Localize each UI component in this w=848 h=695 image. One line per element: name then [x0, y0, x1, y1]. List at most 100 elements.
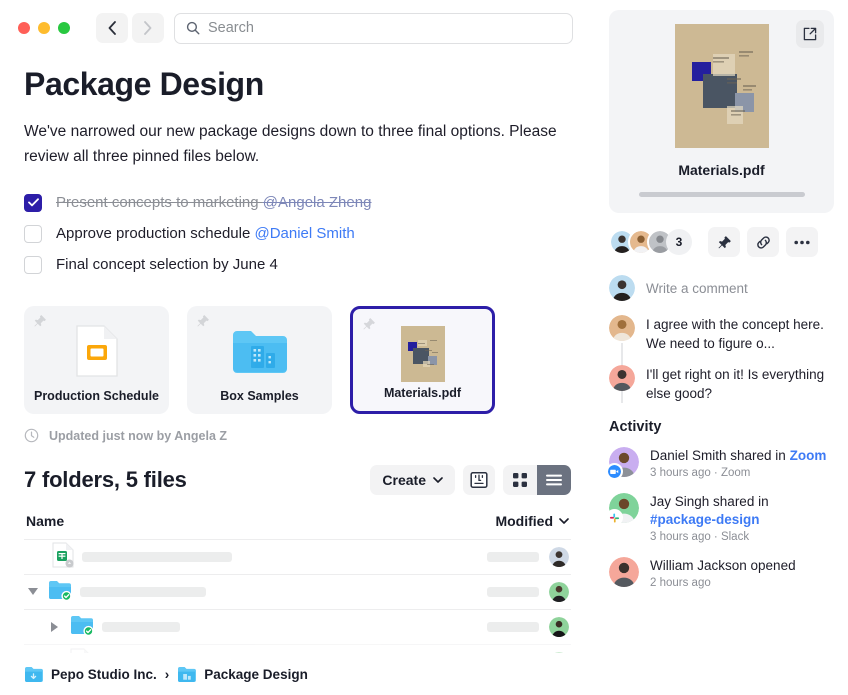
task-item[interactable]: Final concept selection by June 4: [24, 249, 571, 280]
task-checkbox[interactable]: [24, 255, 42, 274]
comment-item[interactable]: I'll get right on it! Is everything else…: [609, 365, 834, 403]
row-name-placeholder: [82, 552, 232, 562]
minimize-window-icon[interactable]: [38, 22, 50, 34]
more-button[interactable]: [786, 227, 818, 257]
folder-icon: [178, 666, 197, 682]
comment-composer[interactable]: Write a comment: [609, 275, 834, 301]
activity-text: Jay Singh shared in #package-design: [650, 494, 769, 527]
table-row[interactable]: [24, 539, 571, 574]
activity-target-link[interactable]: #package-design: [650, 512, 760, 527]
link-icon: [756, 235, 770, 249]
back-button[interactable]: [96, 13, 128, 43]
breadcrumb-item-root[interactable]: Pepo Studio Inc.: [51, 667, 157, 682]
list-icon: [546, 474, 562, 486]
preview-scrollbar[interactable]: [638, 192, 805, 197]
pdf-preview-thumbnail[interactable]: [674, 24, 769, 148]
comment-text: I'll get right on it! Is everything else…: [646, 367, 825, 401]
task-mention[interactable]: @Daniel Smith: [254, 225, 354, 242]
forward-button[interactable]: [132, 13, 164, 43]
avatar: [609, 315, 635, 341]
pinned-card-box-samples[interactable]: Box Samples: [187, 306, 332, 414]
activity-avatar-group: [606, 493, 639, 526]
row-twisty-expanded[interactable]: [24, 588, 42, 596]
column-header-name[interactable]: Name: [26, 513, 64, 529]
member-facepile[interactable]: 3: [609, 229, 692, 255]
pinned-card-production-schedule[interactable]: Production Schedule: [24, 306, 169, 414]
breadcrumb: Pepo Studio Inc. › Package Design: [0, 653, 595, 695]
activity-item[interactable]: William Jackson opened 2 hours ago: [609, 557, 834, 589]
create-button-label: Create: [382, 472, 426, 488]
search-bar[interactable]: Search: [174, 12, 573, 44]
task-checkbox[interactable]: [24, 224, 42, 243]
file-list-toolbar: Create: [370, 465, 571, 495]
nav-buttons: [96, 13, 164, 43]
shared-folder-icon: [48, 579, 72, 606]
close-window-icon[interactable]: [18, 22, 30, 34]
task-checkbox[interactable]: [24, 193, 42, 212]
table-row[interactable]: [24, 609, 571, 644]
create-button[interactable]: Create: [370, 465, 455, 495]
pinned-card-label: Production Schedule: [33, 389, 159, 403]
task-item[interactable]: Approve production schedule @Daniel Smit…: [24, 218, 571, 249]
column-header-modified[interactable]: Modified: [495, 513, 569, 529]
zoom-icon: [606, 463, 623, 480]
pinned-card-materials-pdf[interactable]: Materials.pdf: [350, 306, 495, 414]
activity-body: Daniel Smith shared in Zoom 3 hours ago …: [650, 447, 826, 479]
task-label: Final concept selection by June 4: [56, 256, 278, 273]
maximize-window-icon[interactable]: [58, 22, 70, 34]
table-row[interactable]: [24, 574, 571, 609]
task-label: Present concepts to marketing @Angela Zh…: [56, 194, 372, 211]
main-panel: Search Package Design We've narrowed our…: [0, 0, 595, 695]
window-controls[interactable]: [18, 22, 70, 34]
member-count: 3: [666, 229, 692, 255]
task-item[interactable]: Present concepts to marketing @Angela Zh…: [24, 187, 571, 218]
task-mention[interactable]: @Angela Zheng: [263, 194, 372, 211]
open-in-new-window-button[interactable]: [796, 20, 824, 48]
activity-text: Daniel Smith shared in Zoom: [650, 448, 827, 463]
task-label: Approve production schedule @Daniel Smit…: [56, 225, 355, 242]
list-view-button[interactable]: [537, 465, 571, 495]
page-title: Package Design: [24, 66, 264, 102]
pinned-files: Production Schedule Box Samples Material…: [24, 306, 571, 414]
grid-view-button[interactable]: [503, 465, 537, 495]
pin-icon: [718, 235, 731, 248]
row-twisty-collapsed[interactable]: [46, 622, 64, 632]
avatar: [609, 275, 635, 301]
activity-item[interactable]: Daniel Smith shared in Zoom 3 hours ago …: [606, 447, 834, 480]
comment-thread: I agree with the concept here. We need t…: [609, 315, 834, 403]
folder-icon: [187, 320, 332, 382]
activity-avatar-group: [606, 447, 639, 480]
finder-button[interactable]: [463, 465, 495, 495]
page-description: We've narrowed our new package designs d…: [24, 123, 557, 165]
activity-target-link[interactable]: Zoom: [790, 448, 827, 463]
pdf-thumbnail-icon: [353, 323, 492, 385]
clock-icon: [24, 428, 39, 443]
chevron-down-icon: [28, 588, 38, 595]
activity-text: William Jackson opened: [650, 558, 796, 573]
pin-button[interactable]: [708, 227, 740, 257]
avatar: [549, 582, 569, 602]
row-modified-placeholder: [487, 587, 539, 597]
finder-icon: [470, 472, 488, 488]
external-link-icon: [803, 27, 817, 41]
comment-input[interactable]: Write a comment: [646, 281, 748, 296]
file-list-header: 7 folders, 5 files Create: [24, 465, 571, 495]
activity-meta: 3 hours ago · Slack: [650, 531, 750, 543]
chevron-down-icon: [433, 477, 443, 483]
ellipsis-icon: [794, 240, 810, 244]
updated-status: Updated just now by Angela Z: [24, 428, 571, 443]
breadcrumb-item-current[interactable]: Package Design: [204, 667, 308, 682]
comment-item[interactable]: I agree with the concept here. We need t…: [609, 315, 834, 353]
search-input[interactable]: Search: [208, 20, 254, 36]
google-sheets-file-icon: [52, 542, 74, 573]
breadcrumb-separator: ›: [164, 666, 170, 682]
activity-item[interactable]: Jay Singh shared in #package-design 3 ho…: [606, 493, 834, 543]
activity-body: Jay Singh shared in #package-design 3 ho…: [650, 493, 834, 543]
copy-link-button[interactable]: [747, 227, 779, 257]
task-list: Present concepts to marketing @Angela Zh…: [24, 187, 571, 280]
file-action-buttons: [708, 227, 818, 257]
app-window: Search Package Design We've narrowed our…: [0, 0, 848, 695]
search-icon: [186, 21, 200, 35]
row-modified-placeholder: [487, 622, 539, 632]
avatar: [609, 365, 635, 391]
